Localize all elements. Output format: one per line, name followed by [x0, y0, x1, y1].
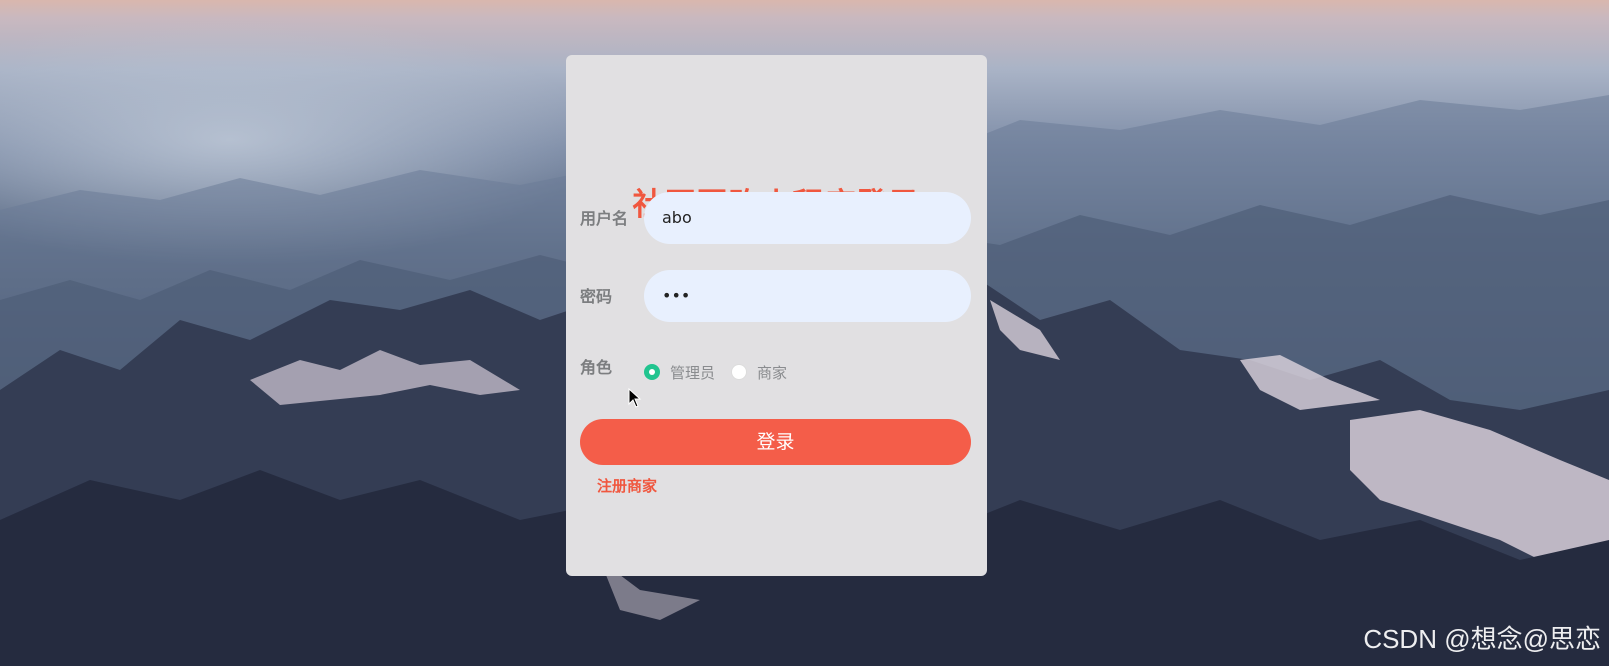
password-label: 密码	[580, 287, 613, 306]
role-radio-admin[interactable]: 管理员	[644, 362, 715, 383]
username-label: 用户名	[580, 209, 629, 228]
password-input[interactable]: •••	[644, 270, 971, 322]
radio-unchecked-icon	[731, 364, 748, 380]
login-button[interactable]: 登录	[580, 419, 971, 465]
login-panel: 社区团购小程序登录 用户名 abo 密码 ••• 角色 管理员 商家 登录 注册…	[566, 55, 987, 576]
register-merchant-link[interactable]: 注册商家	[597, 475, 657, 496]
mouse-cursor-icon	[628, 388, 642, 408]
role-merchant-label: 商家	[757, 363, 788, 382]
watermark-text: CSDN @想念@思恋	[1363, 624, 1601, 654]
role-admin-label: 管理员	[670, 363, 716, 382]
role-radio-group: 管理员 商家	[644, 362, 803, 382]
role-radio-merchant[interactable]: 商家	[731, 362, 787, 383]
role-label: 角色	[580, 358, 613, 377]
radio-checked-icon	[644, 364, 660, 380]
password-masked-value: •••	[662, 286, 691, 305]
username-value: abo	[662, 208, 692, 227]
username-input[interactable]: abo	[644, 192, 971, 244]
